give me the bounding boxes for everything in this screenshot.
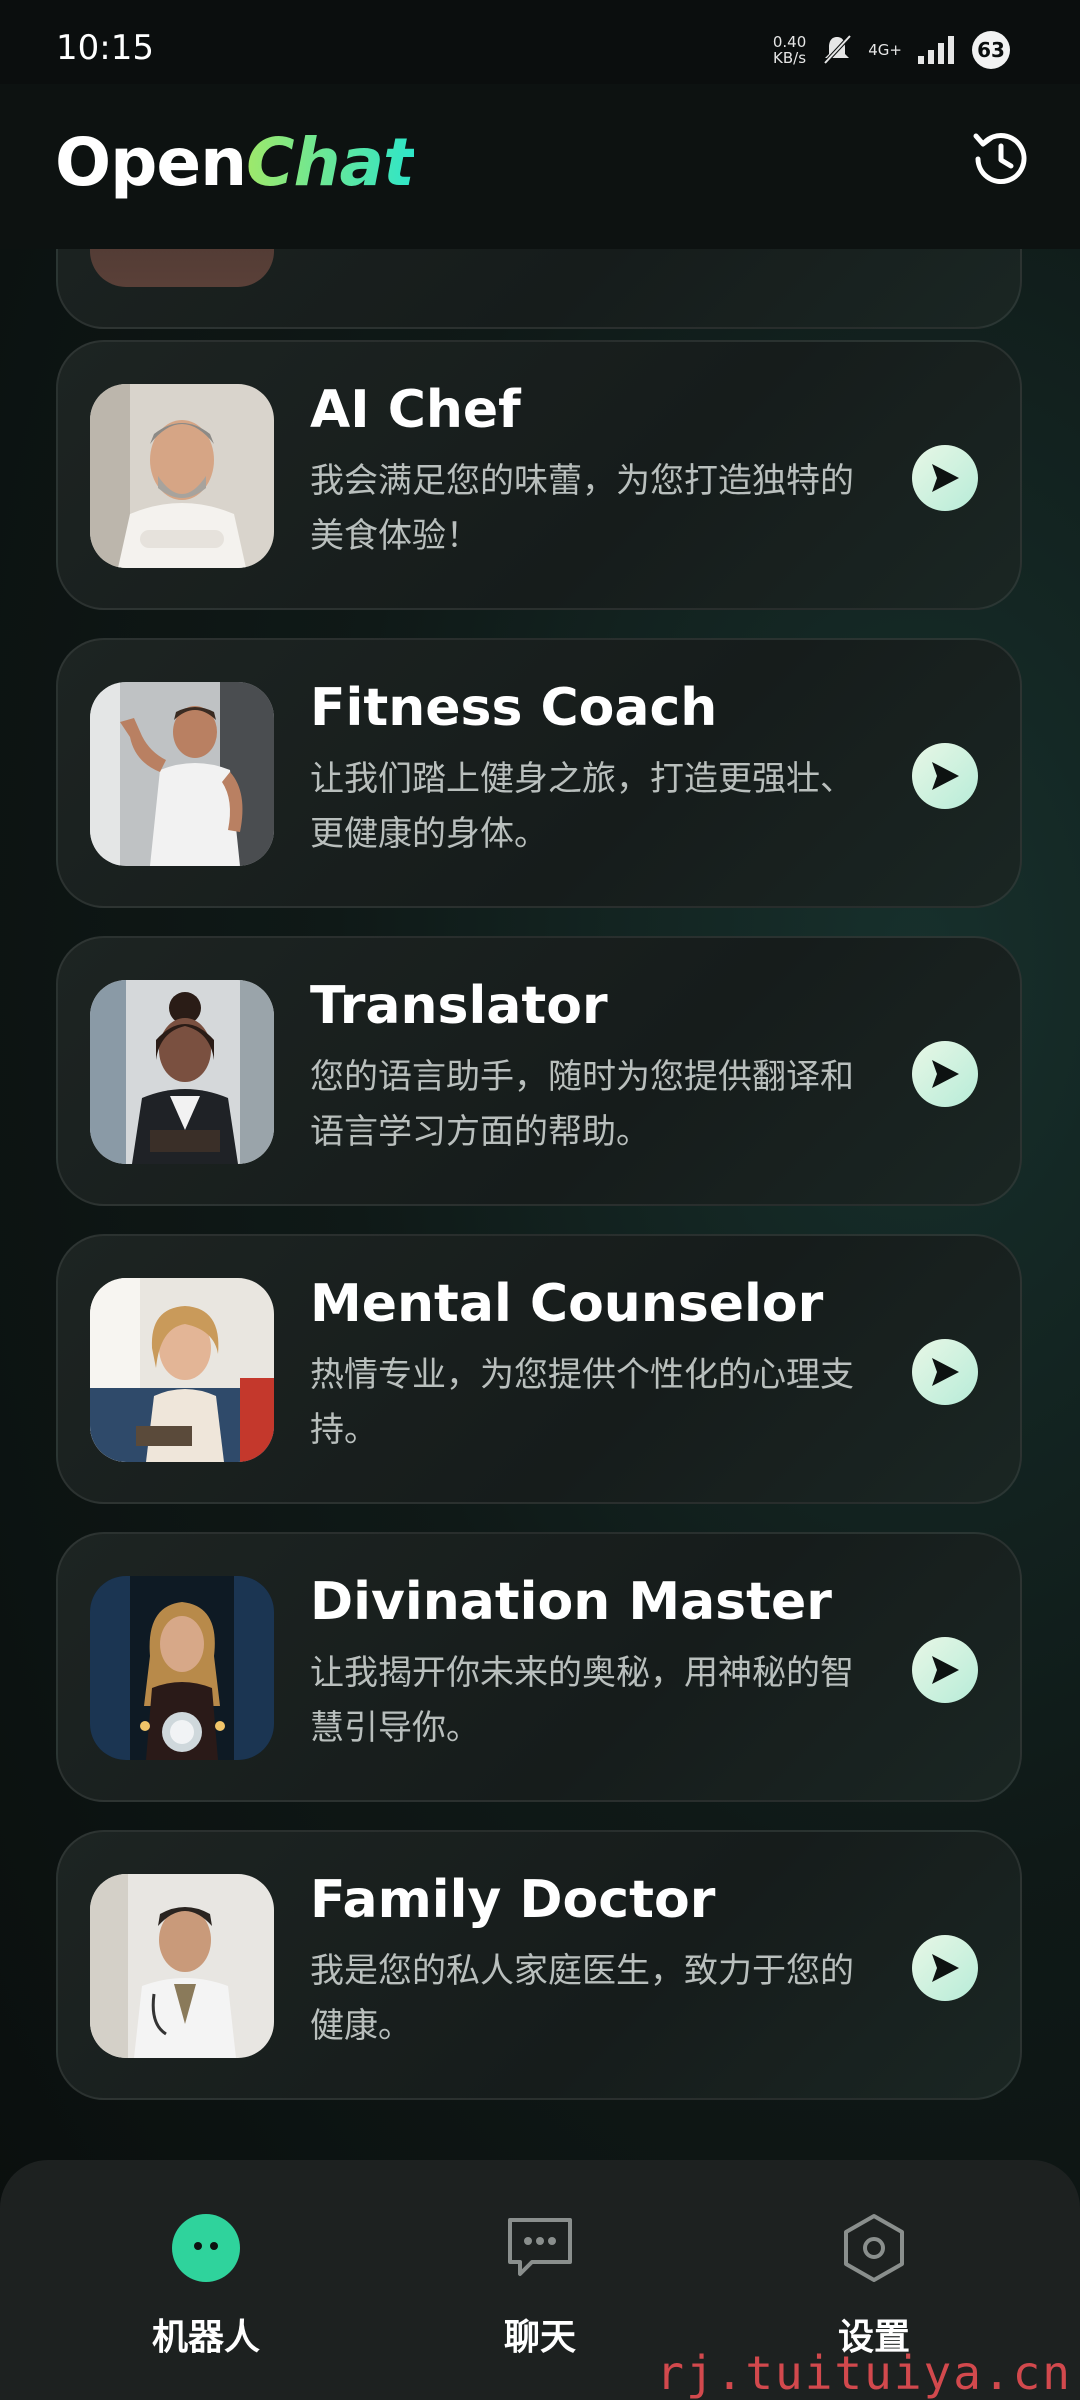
- screen: 10:15 0.40 KB/s 4G+ 63 OpenChat AI Chef …: [0, 0, 1080, 2400]
- counselor-avatar: [90, 1278, 274, 1462]
- fitness-avatar: [90, 682, 274, 866]
- send-arrow-icon: [932, 1358, 959, 1386]
- bot-title: Mental Counselor: [310, 1274, 824, 1334]
- partial-avatar: [90, 249, 274, 287]
- send-arrow-icon: [932, 762, 959, 790]
- bot-description: 热情专业，为您提供个性化的心理支持。: [310, 1355, 854, 1450]
- bot-card-family-doctor[interactable]: Family Doctor 我是您的私人家庭医生，致力于您的健康。: [56, 1830, 1022, 2100]
- status-icons: 0.40 KB/s 4G+ 63: [773, 30, 1010, 70]
- bot-card-mental-counselor[interactable]: Mental Counselor 热情专业，为您提供个性化的心理支持。: [56, 1234, 1022, 1504]
- start-chat-button[interactable]: [912, 1339, 978, 1405]
- network-indicator: 4G+: [868, 41, 902, 59]
- start-chat-button[interactable]: [912, 1935, 978, 2001]
- nav-label-robots: 机器人: [151, 2316, 260, 2357]
- divination-avatar: [90, 1576, 274, 1760]
- bot-description: 让我揭开你未来的奥秘，用神秘的智慧引导你。: [310, 1653, 854, 1748]
- settings-hexagon-icon: [844, 2214, 904, 2282]
- bot-description: 让我们踏上健身之旅，打造更强壮、更健康的身体。: [310, 759, 854, 854]
- history-icon[interactable]: [968, 126, 1034, 192]
- chef-avatar: [90, 384, 274, 568]
- bot-title: Translator: [310, 976, 608, 1036]
- send-arrow-icon: [932, 1060, 959, 1088]
- bottom-nav: 机器人 聊天 设置 rj.tuituiya.cn: [0, 2160, 1080, 2400]
- start-chat-button[interactable]: [912, 1637, 978, 1703]
- bot-title: AI Chef: [310, 380, 521, 440]
- bot-description: 我是您的私人家庭医生，致力于您的健康。: [310, 1951, 854, 2046]
- watermark: rj.tuituiya.cn: [656, 2346, 1072, 2400]
- bot-card-ai-chef[interactable]: AI Chef 我会满足您的味蕾，为您打造独特的美食体验！: [56, 340, 1022, 610]
- status-time: 10:15: [56, 28, 154, 68]
- battery-badge: 63: [972, 31, 1010, 69]
- signal-icon: [918, 36, 954, 64]
- start-chat-button[interactable]: [912, 1041, 978, 1107]
- bot-title: Family Doctor: [310, 1870, 716, 1930]
- send-arrow-icon: [932, 1656, 959, 1684]
- bot-card-fitness-coach[interactable]: Fitness Coach 让我们踏上健身之旅，打造更强壮、更健康的身体。: [56, 638, 1022, 908]
- bot-card-partial[interactable]: [56, 249, 1022, 329]
- start-chat-button[interactable]: [912, 445, 978, 511]
- chat-icon: [508, 2218, 572, 2276]
- nav-item-chat[interactable]: 聊天: [440, 2212, 640, 2372]
- bot-description: 您的语言助手，随时为您提供翻译和语言学习方面的帮助。: [310, 1057, 854, 1152]
- bot-list[interactable]: AI Chef 我会满足您的味蕾，为您打造独特的美食体验！ Fitness Co…: [0, 249, 1080, 2159]
- send-arrow-icon: [932, 1954, 959, 1982]
- bot-title: Divination Master: [310, 1572, 832, 1632]
- start-chat-button[interactable]: [912, 743, 978, 809]
- net-speed: 0.40 KB/s: [773, 34, 806, 66]
- bot-title: Fitness Coach: [310, 678, 718, 738]
- app-header: OpenChat: [0, 84, 1080, 249]
- robot-icon: [172, 2214, 240, 2282]
- mute-bell-icon: [823, 34, 852, 65]
- bot-card-divination-master[interactable]: Divination Master 让我揭开你未来的奥秘，用神秘的智慧引导你。: [56, 1532, 1022, 1802]
- doctor-avatar: [90, 1874, 274, 2058]
- send-arrow-icon: [932, 464, 959, 492]
- app-logo: OpenChat: [55, 124, 415, 201]
- net-speed-value: 0.40: [772, 33, 807, 51]
- translator-avatar: [90, 980, 274, 1164]
- logo-chat: Chat: [246, 124, 415, 201]
- logo-open: Open: [55, 124, 247, 201]
- network-type: 4G+: [868, 41, 902, 59]
- nav-label-chat: 聊天: [503, 2316, 576, 2357]
- nav-item-robots[interactable]: 机器人: [106, 2212, 306, 2372]
- bot-description: 我会满足您的味蕾，为您打造独特的美食体验！: [310, 461, 854, 556]
- bot-card-translator[interactable]: Translator 您的语言助手，随时为您提供翻译和语言学习方面的帮助。: [56, 936, 1022, 1206]
- status-bar: 10:15 0.40 KB/s 4G+ 63: [0, 0, 1080, 84]
- net-speed-unit: KB/s: [773, 49, 807, 67]
